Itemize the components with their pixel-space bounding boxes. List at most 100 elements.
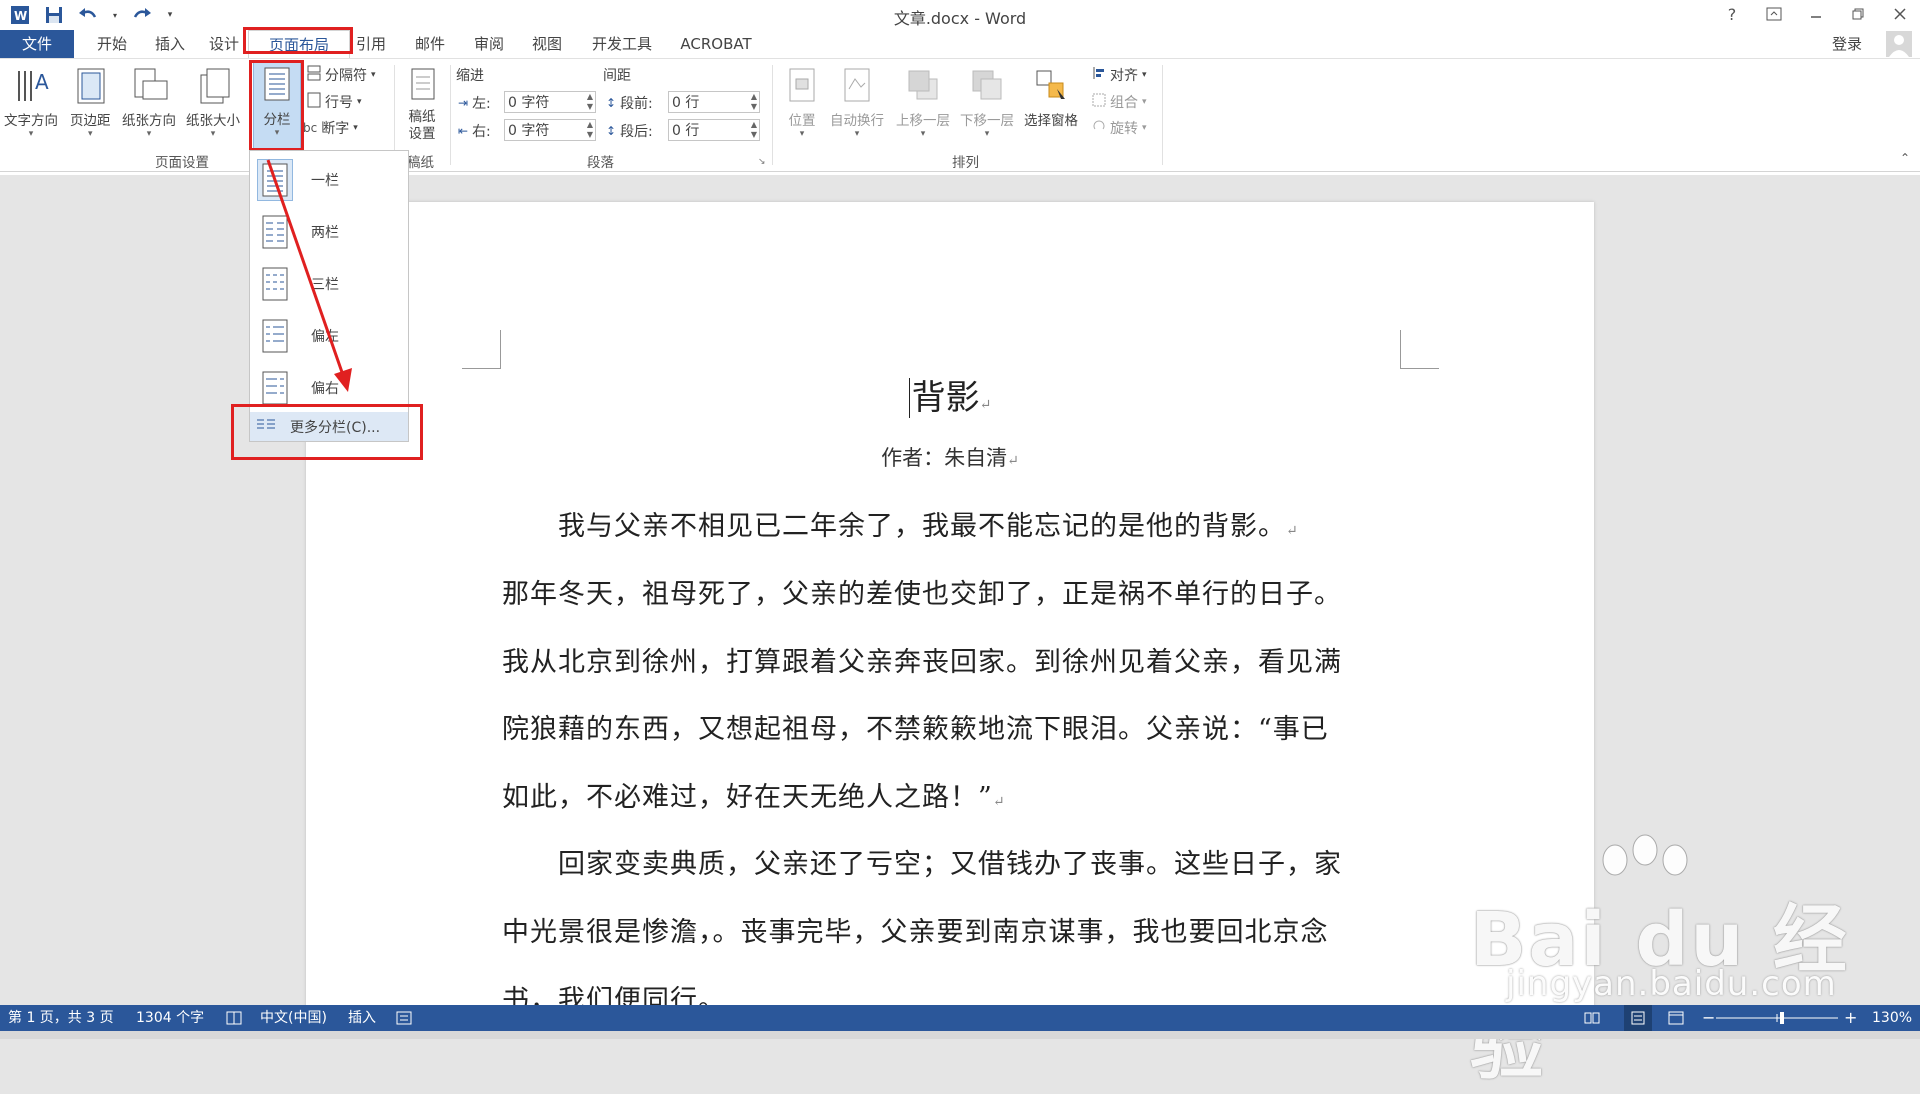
tab-review[interactable]: 审阅	[463, 30, 515, 58]
hyphenation-button[interactable]: bc 断字 ▾	[303, 118, 358, 138]
avatar[interactable]	[1886, 31, 1912, 57]
read-mode-icon[interactable]	[1584, 1005, 1600, 1031]
paragraph-line[interactable]: 我与父亲不相见已二年余了，我最不能忘记的是他的背影。↵	[502, 504, 1402, 543]
margin-corner-mark	[462, 330, 501, 369]
svg-text:A: A	[35, 70, 49, 94]
window-title: 文章.docx - Word	[893, 9, 1027, 28]
restore-icon[interactable]	[1844, 2, 1872, 26]
insert-mode[interactable]: 插入	[348, 1005, 376, 1031]
column-option-two[interactable]: 两栏	[250, 207, 408, 257]
group-objects-button[interactable]: 组合 ▾	[1092, 92, 1147, 112]
left-column-icon	[257, 315, 293, 357]
tab-file[interactable]: 文件	[0, 30, 74, 58]
ribbon-display-options-icon[interactable]	[1760, 2, 1788, 26]
baidu-watermark: Bai du 经验 jingyan.baidu.com	[1470, 832, 1900, 1090]
close-icon[interactable]	[1886, 2, 1914, 26]
spacing-before-icon: ↕	[606, 96, 617, 110]
zoom-in-button[interactable]: +	[1844, 1005, 1857, 1031]
group-label-page-setup: 页面设置	[155, 155, 209, 171]
taskbar-strip	[0, 1031, 1920, 1039]
size-button[interactable]: 纸张大小 ▾	[186, 63, 240, 139]
word-count[interactable]: 1304 个字	[136, 1005, 204, 1031]
page-count[interactable]: 第 1 页，共 3 页	[8, 1005, 114, 1031]
paragraph-line[interactable]: 院狼藉的东西，又想起祖母，不禁簌簌地流下眼泪。父亲说：“事已	[502, 707, 1402, 746]
macro-icon[interactable]	[396, 1005, 412, 1031]
rotate-icon	[1092, 119, 1106, 137]
tab-highlight-box	[243, 27, 353, 54]
indent-left-input[interactable]: 0 字符 ▲ ▼	[504, 91, 596, 113]
spinner-icon[interactable]: ▲ ▼	[751, 120, 757, 140]
orientation-button[interactable]: 纸张方向 ▾	[122, 63, 176, 139]
document-page[interactable]: 背影↵ 作者：朱自清↵ 我与父亲不相见已二年余了，我最不能忘记的是他的背影。↵ …	[306, 202, 1594, 1005]
document-heading[interactable]: 背影↵	[306, 370, 1594, 419]
title-bar: W ▾ ▾ 文章.docx - Word ?	[0, 0, 1920, 30]
chevron-down-icon: ▾	[353, 123, 358, 133]
collapse-ribbon-icon[interactable]: ⌃	[1900, 151, 1910, 165]
group-icon	[1092, 93, 1106, 111]
language-indicator[interactable]: 中文(中国)	[260, 1005, 327, 1031]
sign-in-link[interactable]: 登录	[1832, 30, 1862, 58]
margin-corner-mark	[1400, 330, 1439, 369]
spacing-before-input[interactable]: 0 行 ▲ ▼	[668, 91, 760, 113]
print-layout-icon[interactable]	[1624, 1005, 1652, 1031]
send-backward-icon	[967, 63, 1007, 107]
tab-view[interactable]: 视图	[521, 30, 573, 58]
chevron-down-icon: ▾	[28, 129, 34, 139]
tab-references[interactable]: 引用	[350, 30, 392, 58]
chevron-down-icon: ▾	[799, 129, 805, 139]
wrap-text-button[interactable]: 自动换行 ▾	[830, 63, 884, 139]
indent-right-input[interactable]: 0 字符 ▲ ▼	[504, 119, 596, 141]
rotate-button[interactable]: 旋转 ▾	[1092, 118, 1147, 138]
zoom-slider[interactable]	[1716, 1005, 1838, 1031]
column-option-one[interactable]: 一栏	[250, 155, 408, 205]
bring-forward-icon	[903, 63, 943, 107]
tab-developer[interactable]: 开发工具	[585, 30, 659, 58]
line-numbers-button[interactable]: 行号 ▾	[307, 92, 362, 112]
paragraph-line[interactable]: 书，我们便同行。	[502, 978, 1402, 1005]
help-button[interactable]: ?	[1718, 2, 1746, 26]
text-direction-icon: A	[11, 63, 51, 107]
minimize-icon[interactable]	[1802, 2, 1830, 26]
web-layout-icon[interactable]	[1668, 1005, 1684, 1031]
paragraph-line[interactable]: 如此，不必难过，好在天无绝人之路！”↵	[502, 775, 1402, 814]
position-button[interactable]: 位置 ▾	[782, 63, 822, 139]
spacing-after-input[interactable]: 0 行 ▲ ▼	[668, 119, 760, 141]
paragraph-line[interactable]: 我从北京到徐州，打算跟着父亲奔丧回家。到徐州见着父亲，看见满	[502, 640, 1402, 679]
tab-home[interactable]: 开始	[84, 30, 140, 58]
spinner-icon[interactable]: ▲ ▼	[587, 120, 593, 140]
send-backward-button[interactable]: 下移一层 ▾	[960, 63, 1014, 139]
spinner-icon[interactable]: ▲ ▼	[587, 92, 593, 112]
proofing-icon[interactable]	[226, 1005, 242, 1031]
tab-acrobat[interactable]: ACROBAT	[673, 30, 759, 58]
spinner-icon[interactable]: ▲ ▼	[751, 92, 757, 112]
column-option-three[interactable]: 三栏	[250, 259, 408, 309]
document-author[interactable]: 作者：朱自清↵	[306, 442, 1594, 472]
tab-mailings[interactable]: 邮件	[404, 30, 456, 58]
tab-insert[interactable]: 插入	[142, 30, 198, 58]
more-columns-highlight-box	[231, 404, 423, 460]
paragraph-mark-icon: ↵	[979, 397, 992, 413]
zoom-out-button[interactable]: −	[1702, 1005, 1715, 1031]
paragraph-mark-icon: ↵	[1007, 453, 1019, 469]
manuscript-settings-button[interactable]: 稿纸 设置	[402, 63, 442, 143]
breaks-button[interactable]: 分隔符 ▾	[307, 65, 376, 85]
align-button[interactable]: 对齐 ▾	[1092, 65, 1147, 85]
text-direction-button[interactable]: A 文字方向 ▾	[4, 63, 58, 139]
column-option-left[interactable]: 偏左	[250, 311, 408, 361]
dialog-launcher-icon[interactable]: ↘	[758, 157, 766, 167]
chevron-down-icon: ▾	[1142, 123, 1147, 133]
bring-forward-button[interactable]: 上移一层 ▾	[896, 63, 950, 139]
selection-pane-button[interactable]: 选择窗格	[1024, 63, 1078, 129]
indent-left-icon: ⇥	[458, 96, 469, 110]
chevron-down-icon: ▾	[87, 129, 93, 139]
group-label-arrange: 排列	[952, 155, 979, 171]
group-separator	[1162, 65, 1163, 165]
paragraph-line[interactable]: 那年冬天，祖母死了，父亲的差使也交卸了，正是祸不单行的日子。	[502, 572, 1402, 611]
paragraph-line[interactable]: 中光景很是惨澹，。丧事完毕，父亲要到南京谋事，我也要回北京念	[502, 910, 1402, 949]
paragraph-line[interactable]: 回家变卖典质，父亲还了亏空；又借钱办了丧事。这些日子，家	[502, 842, 1402, 881]
two-columns-icon	[257, 211, 293, 253]
spacing-after-icon: ↕	[606, 124, 617, 138]
margins-button[interactable]: 页边距 ▾	[70, 63, 111, 139]
line-numbers-icon	[307, 92, 321, 112]
zoom-level[interactable]: 130%	[1872, 1005, 1912, 1031]
